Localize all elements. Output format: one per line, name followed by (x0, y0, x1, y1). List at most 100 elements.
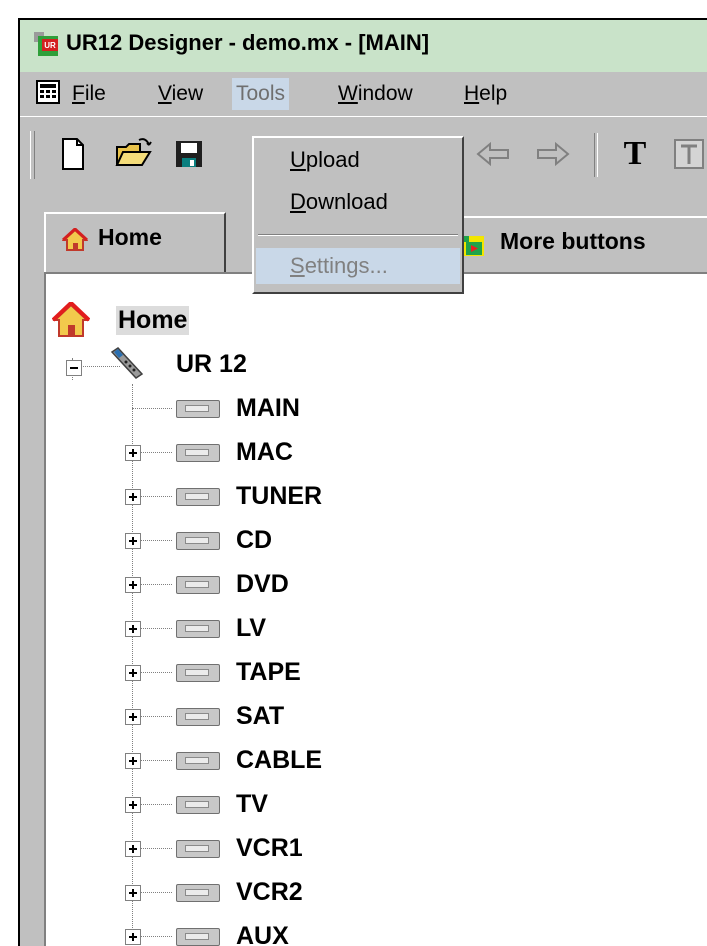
expand-toggle[interactable] (125, 753, 141, 769)
menu-separator (258, 234, 458, 236)
device-icon (176, 840, 220, 858)
window-title: UR12 Designer - demo.mx - [MAIN] (66, 30, 430, 55)
tree-node-device[interactable]: SAT (46, 698, 446, 738)
menu-help[interactable]: Help (460, 78, 511, 110)
open-folder-icon[interactable] (114, 135, 154, 173)
download-label: ownload (305, 189, 388, 214)
app-window: UR UR12 Designer - demo.mx - [MAIN] File… (18, 18, 707, 946)
tree-device-label: CD (236, 526, 273, 554)
device-icon (176, 664, 220, 682)
tree-node-device[interactable]: MAIN (46, 390, 446, 430)
tree-node-device[interactable]: VCR2 (46, 874, 446, 914)
expand-toggle[interactable] (125, 665, 141, 681)
menu-view-label: iew (171, 82, 204, 105)
expand-toggle[interactable] (125, 885, 141, 901)
upload-label: pload (305, 147, 360, 172)
menu-window[interactable]: Window (334, 78, 417, 110)
tools-menu-dropdown: Upload Download Settings... (252, 136, 464, 294)
expand-toggle[interactable] (125, 841, 141, 857)
tree-device-label: TUNER (236, 482, 323, 510)
tree-node-device[interactable]: CD (46, 522, 446, 562)
menu-help-accel: H (464, 82, 480, 105)
tab-home-label: Home (98, 224, 162, 250)
device-icon (176, 620, 220, 638)
tree-node-device[interactable]: AUX (46, 918, 446, 946)
tab-more-buttons[interactable]: More buttons (440, 216, 707, 268)
expand-toggle[interactable] (125, 533, 141, 549)
text-tool-icon[interactable]: T (618, 135, 652, 173)
app-icon: UR (34, 32, 58, 56)
tree-node-device[interactable]: CABLE (46, 742, 446, 782)
tab-more-buttons-label: More buttons (500, 228, 646, 254)
tree-node-device[interactable]: MAC (46, 434, 446, 474)
new-document-icon[interactable] (56, 135, 90, 173)
save-icon[interactable] (172, 135, 206, 173)
expand-toggle[interactable] (125, 709, 141, 725)
home-icon (52, 302, 90, 337)
menu-bar: File View Tools Window Help (20, 72, 707, 116)
menu-help-label: elp (479, 82, 508, 105)
menu-window-accel: W (338, 82, 358, 105)
tab-home[interactable]: Home (44, 212, 226, 272)
expand-toggle[interactable] (125, 577, 141, 593)
settings-label: ettings... (304, 253, 388, 278)
tree-device-label: VCR2 (236, 878, 303, 906)
tree-node-device[interactable]: TUNER (46, 478, 446, 518)
download-accel: D (290, 189, 306, 214)
device-icon (176, 928, 220, 946)
upload-accel: U (290, 147, 306, 172)
tree-device-label: VCR1 (236, 834, 303, 862)
device-icon (176, 708, 220, 726)
tree-root-label: Home (116, 306, 190, 335)
device-icon (176, 444, 220, 462)
tree-device-label: DVD (236, 570, 289, 598)
expand-toggle[interactable] (125, 489, 141, 505)
tree-node-device[interactable]: TV (46, 786, 446, 826)
menu-view[interactable]: View (154, 78, 207, 110)
tree-node-device[interactable]: DVD (46, 566, 446, 606)
menu-window-label: indow (357, 82, 413, 105)
tree-node-device[interactable]: TAPE (46, 654, 446, 694)
menu-item-download[interactable]: Download (256, 184, 460, 220)
text-frame-icon[interactable] (672, 135, 706, 173)
menu-file[interactable]: File (68, 78, 110, 110)
toolbar-grip[interactable] (30, 131, 35, 179)
system-menu-icon[interactable] (36, 80, 60, 104)
collapse-toggle[interactable] (66, 360, 82, 376)
device-icon (176, 400, 220, 418)
calculator-icon (40, 84, 56, 98)
device-icon (176, 488, 220, 506)
device-icon (176, 884, 220, 902)
device-icon (176, 752, 220, 770)
tree-root-home[interactable]: Home (46, 302, 246, 342)
remote-control-icon (110, 347, 144, 379)
menu-tools-label: Tools (236, 82, 286, 105)
device-tree: Home UR 12 MAIN MAC TUNER CD DVD LV TAPE SAT CAB… (44, 272, 707, 946)
tree-connector (132, 408, 172, 409)
arrow-left-icon[interactable] (474, 135, 514, 173)
arrow-right-icon[interactable] (532, 135, 572, 173)
menu-view-accel: V (158, 82, 172, 105)
tree-device-label: MAIN (236, 394, 300, 422)
tree-remote-label: UR 12 (176, 350, 247, 378)
tree-node-remote[interactable]: UR 12 (46, 346, 346, 386)
toolbar-separator (594, 133, 598, 177)
tree-device-label: CABLE (236, 746, 323, 774)
tree-node-device[interactable]: VCR1 (46, 830, 446, 870)
tree-device-label: LV (236, 614, 267, 642)
tree-device-label: MAC (236, 438, 293, 466)
settings-accel: S (290, 253, 305, 278)
expand-toggle[interactable] (125, 929, 141, 945)
menu-item-settings[interactable]: Settings... (256, 248, 460, 284)
tree-node-device[interactable]: LV (46, 610, 446, 650)
tree-device-label: TV (236, 790, 268, 818)
expand-toggle[interactable] (125, 797, 141, 813)
title-bar: UR UR12 Designer - demo.mx - [MAIN] (20, 20, 707, 72)
expand-toggle[interactable] (125, 445, 141, 461)
menu-file-accel: F (72, 82, 85, 105)
menu-file-label: ile (84, 82, 106, 105)
device-icon (176, 796, 220, 814)
expand-toggle[interactable] (125, 621, 141, 637)
menu-item-upload[interactable]: Upload (256, 142, 460, 178)
menu-tools[interactable]: Tools (232, 78, 290, 110)
